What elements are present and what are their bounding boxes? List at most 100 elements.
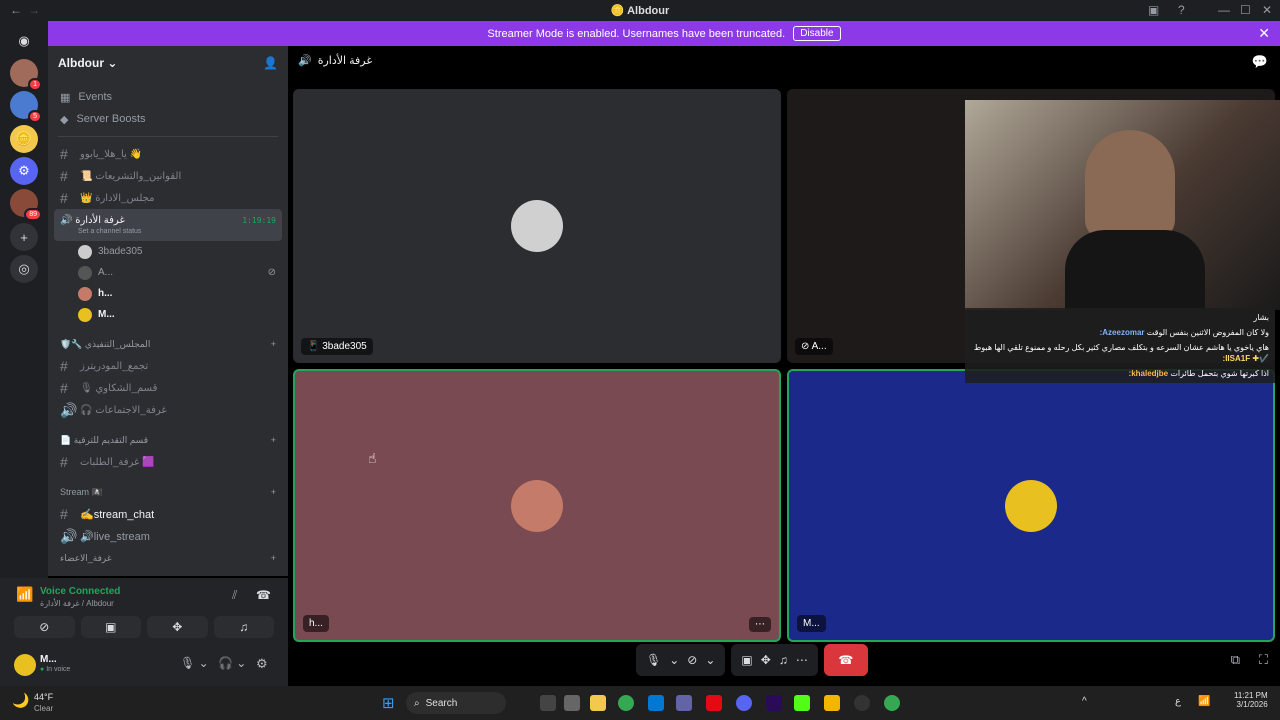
- server-icon-albdour[interactable]: 🪙: [10, 125, 38, 153]
- video-tile[interactable]: 📱 3bade305: [293, 89, 781, 363]
- plus-icon[interactable]: +: [271, 435, 276, 445]
- channel-item[interactable]: # تجمع_المودريترز: [54, 355, 282, 377]
- channel-stream-chat[interactable]: # ✍️stream_chat: [54, 503, 282, 525]
- category-header[interactable]: Stream 🏴‍☠️ +: [48, 481, 288, 503]
- hash-icon: #: [60, 506, 68, 522]
- keyboard-lang[interactable]: ع: [1175, 696, 1181, 707]
- camera-off-icon[interactable]: ⊘: [687, 653, 697, 667]
- plus-icon[interactable]: +: [271, 339, 276, 349]
- channel-item[interactable]: # غرفة_الطلبات 🟪: [54, 451, 282, 473]
- channel-item[interactable]: # 📜 القوانين_والتشريعات: [54, 165, 282, 187]
- noise-suppression-icon[interactable]: ⫽: [232, 588, 237, 603]
- discover-icon[interactable]: ◎: [10, 255, 38, 283]
- signal-icon: 📶: [16, 586, 34, 602]
- voice-user[interactable]: h...: [48, 283, 288, 304]
- hash-icon: #: [60, 358, 68, 374]
- chevron-down-icon[interactable]: ⌄: [669, 653, 679, 667]
- server-icon-bot[interactable]: ⚙: [10, 157, 38, 185]
- close-window-icon[interactable]: ✕: [1262, 3, 1272, 17]
- chat-icon[interactable]: 💬: [1252, 54, 1268, 70]
- avatar[interactable]: [14, 654, 36, 676]
- chevron-down-icon[interactable]: ⌄: [705, 653, 715, 667]
- video-tile[interactable]: h... ⋯: [293, 369, 781, 642]
- voice-user[interactable]: A... ⊘: [48, 262, 288, 283]
- channel-status[interactable]: Set a channel status: [60, 228, 282, 235]
- activity-controls[interactable]: ▣ ✥ ♫ ⋯: [731, 644, 818, 676]
- disconnect-icon[interactable]: ☎: [256, 588, 271, 602]
- voice-channel-active[interactable]: 🔊 غرفة الأدارة 1:19:19 Set a channel sta…: [54, 209, 282, 241]
- boost-icon: ◆: [60, 113, 69, 126]
- microphone-icon[interactable]: 🎙 ⌄: [180, 656, 209, 670]
- server-icon-5[interactable]: 89: [10, 189, 42, 221]
- disable-button[interactable]: Disable: [793, 26, 841, 41]
- voice-location[interactable]: غرفة الأدارة / Albdour: [40, 599, 114, 608]
- server-icon-1[interactable]: 1: [10, 59, 42, 91]
- channel-live-stream[interactable]: 🔊 🔊live_stream: [54, 525, 282, 547]
- camera-off-icon: ⊘: [39, 620, 50, 634]
- soundboard-icon[interactable]: ♫: [779, 653, 788, 667]
- channel-item[interactable]: 🔊 🎧 غرفة_الاجتماعات: [54, 399, 282, 421]
- discord-home-icon[interactable]: ◉: [10, 27, 38, 55]
- server-icon-2[interactable]: 5: [10, 91, 42, 123]
- activities-icon[interactable]: ✥: [761, 653, 771, 667]
- screen-share-icon[interactable]: ▣: [1148, 3, 1159, 17]
- obs-icon[interactable]: [854, 695, 870, 711]
- category-header[interactable]: 📄 قسم التقديم للترقية +: [48, 429, 288, 451]
- tray-chevron-icon[interactable]: ^: [1082, 696, 1087, 707]
- soundboard-button[interactable]: ♫: [213, 616, 274, 638]
- gear-icon[interactable]: ⚙: [256, 656, 268, 672]
- voice-user[interactable]: M...: [48, 304, 288, 325]
- nav-events[interactable]: ▦ Events: [48, 86, 288, 108]
- more-options-icon[interactable]: ⋯: [749, 617, 771, 632]
- netflix-icon[interactable]: [706, 695, 722, 711]
- channel-item[interactable]: # 🎙 قسم_الشكاوي: [54, 377, 282, 399]
- kick-icon[interactable]: [794, 695, 810, 711]
- clock[interactable]: 11:21 PM 3/1/2026: [1234, 691, 1268, 709]
- category-header[interactable]: غرفة_الاعضاء +: [48, 547, 288, 569]
- popout-icon[interactable]: ⧉: [1231, 652, 1240, 668]
- streamer-mode-banner: Streamer Mode is enabled. Usernames have…: [48, 21, 1280, 46]
- disconnect-button[interactable]: ☎: [823, 644, 868, 676]
- minimize-icon[interactable]: —: [1218, 3, 1230, 17]
- activities-button[interactable]: ✥: [147, 616, 208, 638]
- help-icon[interactable]: ?: [1178, 3, 1185, 17]
- app-icon[interactable]: [564, 695, 580, 711]
- windows-taskbar: 🌙 44°F Clear ⊞ ⌕ Search ^ ع 📶 11:21 PM 3/…: [0, 686, 1280, 720]
- chrome-alt-icon[interactable]: [884, 695, 900, 711]
- premiere-icon[interactable]: [766, 695, 782, 711]
- windows-start-icon[interactable]: ⊞: [382, 694, 395, 712]
- screen-share-icon[interactable]: ▣: [741, 653, 752, 667]
- plus-icon[interactable]: +: [271, 487, 276, 497]
- warning-app-icon[interactable]: [824, 695, 840, 711]
- maximize-icon[interactable]: ☐: [1240, 3, 1251, 17]
- fullscreen-icon[interactable]: ⛶: [1259, 652, 1268, 668]
- voice-user[interactable]: 3bade305: [48, 241, 288, 262]
- channel-item[interactable]: # 👑 مجلس_الادارة: [54, 187, 282, 209]
- wifi-icon[interactable]: 📶: [1198, 696, 1210, 707]
- discord-taskbar-icon[interactable]: [736, 695, 752, 711]
- camera-off-button[interactable]: ⊘: [14, 616, 75, 638]
- weather-temp[interactable]: 44°F: [34, 692, 53, 702]
- weather-icon[interactable]: 🌙: [12, 692, 29, 709]
- task-view-icon[interactable]: [540, 695, 556, 711]
- video-tile[interactable]: M...: [787, 369, 1275, 642]
- chrome-icon[interactable]: [618, 695, 634, 711]
- channel-item[interactable]: # يا_هلا_يابوو 👋: [54, 143, 282, 165]
- outlook-icon[interactable]: [648, 695, 664, 711]
- search-box[interactable]: ⌕ Search: [406, 692, 506, 714]
- more-options-icon[interactable]: ⋯: [796, 653, 808, 667]
- voice-status[interactable]: Voice Connected: [40, 586, 120, 597]
- headphones-icon[interactable]: 🎧 ⌄: [218, 656, 246, 670]
- nav-server-boosts[interactable]: ◆ Server Boosts: [48, 108, 288, 130]
- invite-people-icon[interactable]: 👤: [263, 56, 278, 70]
- mute-button[interactable]: 🎙 ⌄ ⊘ ⌄: [636, 644, 726, 676]
- close-banner-icon[interactable]: ✕: [1258, 25, 1270, 42]
- weather-desc: Clear: [34, 704, 54, 713]
- plus-icon[interactable]: +: [271, 553, 276, 563]
- file-explorer-icon[interactable]: [590, 695, 606, 711]
- screen-share-button[interactable]: ▣: [80, 616, 141, 638]
- add-server-icon[interactable]: +: [10, 223, 38, 251]
- guild-header[interactable]: Albdour ⌄ 👤: [48, 46, 288, 80]
- teams-icon[interactable]: [676, 695, 692, 711]
- category-header[interactable]: 🛡️🔧 المجلس_التنفيذي +: [48, 333, 288, 355]
